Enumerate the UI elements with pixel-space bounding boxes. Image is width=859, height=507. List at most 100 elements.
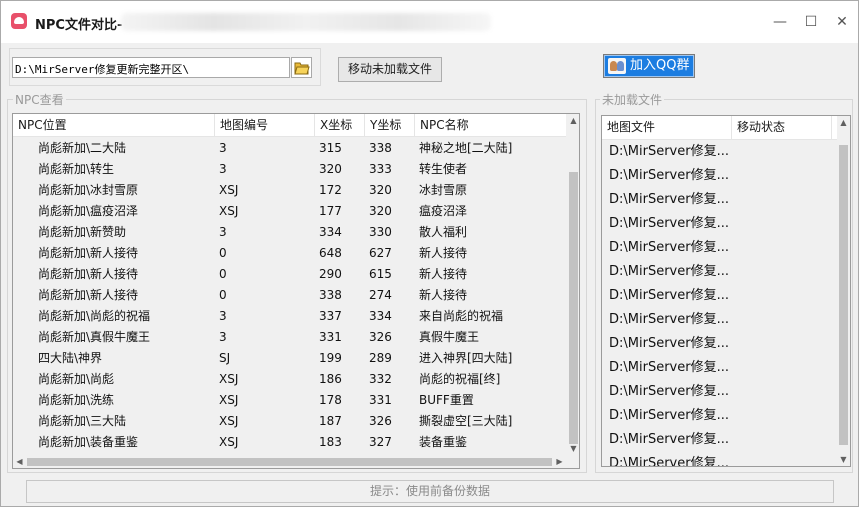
table-row[interactable]: 尚彪新加\尚彪的祝福 3 337 334 来自尚彪的祝福 [13,306,566,327]
minimize-button[interactable]: — [771,13,789,31]
map-id-cell: XSJ [219,372,239,386]
map-id-cell: 3 [219,330,227,344]
y-cell: 274 [369,288,392,302]
map-id-cell: 3 [219,141,227,155]
scroll-thumb[interactable] [569,172,578,444]
npc-list-view[interactable]: NPC位置 地图编号 X坐标 Y坐标 NPC名称 尚彪新加\二大陆 3 315 338… [12,113,580,469]
column-header-y[interactable]: Y坐标 [365,114,415,136]
scroll-up-arrow-icon[interactable]: ▲ [567,114,579,127]
browse-folder-button[interactable] [291,57,312,78]
npc-name-cell: 神秘之地[二大陆] [419,141,513,155]
unloaded-files-list-view[interactable]: 地图文件 移动状态 D:\MirServer修复... D:\MirServer修… [601,115,851,467]
table-row[interactable]: 尚彪新加\转生 3 320 333 转生使者 [13,159,566,180]
scroll-right-arrow-icon[interactable]: ▶ [553,455,566,468]
map-id-cell: XSJ [219,393,239,407]
y-cell: 330 [369,225,392,239]
map-id-cell: SJ [219,351,231,365]
table-row[interactable]: 尚彪新加\冰封雪原 XSJ 172 320 冰封雪原 [13,180,566,201]
map-file-cell: D:\MirServer修复... [609,312,729,327]
x-cell: 183 [319,435,342,449]
npc-name-cell: 新人接待 [419,267,468,281]
scroll-down-arrow-icon[interactable]: ▼ [837,453,850,466]
npc-location-cell: 尚彪新加\转生 [38,162,115,176]
scroll-down-arrow-icon[interactable]: ▼ [567,442,579,455]
x-cell: 290 [319,267,342,281]
map-file-cell: D:\MirServer修复... [609,192,729,207]
list-item[interactable]: D:\MirServer修复... [602,404,838,428]
npc-name-cell: 撕裂虚空[三大陆] [419,414,513,428]
y-cell: 320 [369,204,392,218]
move-unloaded-files-button[interactable]: 移动未加载文件 [338,57,442,82]
column-header-map-file[interactable]: 地图文件 [602,116,732,139]
scroll-left-arrow-icon[interactable]: ◀ [13,455,26,468]
column-header-map-id[interactable]: 地图编号 [215,114,315,136]
npc-name-cell: 尚彪的祝福[终] [419,372,501,386]
table-row[interactable]: 尚彪新加\新人接待 0 290 615 新人接待 [13,264,566,285]
map-file-cell: D:\MirServer修复... [609,264,729,279]
y-cell: 320 [369,183,392,197]
table-row[interactable]: 尚彪新加\尚彪 XSJ 186 332 尚彪的祝福[终] [13,369,566,390]
npc-location-cell: 尚彪新加\真假牛魔王 [38,330,151,344]
server-path-input[interactable]: D:\MirServer修复更新完整开区\ [12,57,290,78]
table-row[interactable]: 四大陆\神界 SJ 199 289 进入神界[四大陆] [13,348,566,369]
table-row[interactable]: 尚彪新加\装备重鉴 XSJ 183 327 装备重鉴 [13,432,566,453]
list-item[interactable]: D:\MirServer修复... [602,140,838,164]
join-qq-group-label: 加入QQ群 [630,58,690,73]
unloaded-vertical-scrollbar[interactable]: ▲ ▼ [837,116,850,466]
list-item[interactable]: D:\MirServer修复... [602,284,838,308]
npc-location-cell: 尚彪新加\新人接待 [38,267,139,281]
table-row[interactable]: 尚彪新加\瘟疫沼泽 XSJ 177 320 瘟疫沼泽 [13,201,566,222]
close-button[interactable]: ✕ [833,13,851,31]
table-row[interactable]: 尚彪新加\新人接待 0 338 274 新人接待 [13,285,566,306]
npc-vertical-scrollbar[interactable]: ▲ ▼ [567,114,579,455]
list-item[interactable]: D:\MirServer修复... [602,452,838,466]
list-item[interactable]: D:\MirServer修复... [602,380,838,404]
map-file-cell: D:\MirServer修复... [609,216,729,231]
y-cell: 331 [369,393,392,407]
table-row[interactable]: 尚彪新加\新人接待 0 648 627 新人接待 [13,243,566,264]
list-item[interactable]: D:\MirServer修复... [602,428,838,452]
table-row[interactable]: 尚彪新加\真假牛魔王 3 331 326 真假牛魔王 [13,327,566,348]
list-item[interactable]: D:\MirServer修复... [602,212,838,236]
column-header-npc-name[interactable]: NPC名称 [415,114,566,136]
column-header-x[interactable]: X坐标 [315,114,365,136]
list-item[interactable]: D:\MirServer修复... [602,356,838,380]
list-item[interactable]: D:\MirServer修复... [602,308,838,332]
map-id-cell: XSJ [219,435,239,449]
status-hint: 提示：使用前备份数据 [26,480,834,503]
scroll-thumb[interactable] [27,458,552,466]
list-item[interactable]: D:\MirServer修复... [602,332,838,356]
npc-name-cell: 装备重鉴 [419,435,468,449]
table-row[interactable]: 尚彪新加\洗练 XSJ 178 331 BUFF重置 [13,390,566,411]
table-row[interactable]: 尚彪新加\三大陆 XSJ 187 326 撕裂虚空[三大陆] [13,411,566,432]
title-bar[interactable]: NPC文件对比- — ☐ ✕ [1,1,858,43]
map-id-cell: 0 [219,246,227,260]
x-cell: 186 [319,372,342,386]
list-item[interactable]: D:\MirServer修复... [602,260,838,284]
map-file-cell: D:\MirServer修复... [609,336,729,351]
list-item[interactable]: D:\MirServer修复... [602,188,838,212]
scroll-thumb[interactable] [839,145,848,445]
npc-location-cell: 尚彪新加\新人接待 [38,246,139,260]
window-title: NPC文件对比- [35,18,123,33]
x-cell: 320 [319,162,342,176]
npc-location-cell: 尚彪新加\新人接待 [38,288,139,302]
unloaded-files-label: 未加载文件 [600,91,665,108]
npc-name-cell: BUFF重置 [419,393,474,407]
column-header-npc-location[interactable]: NPC位置 [13,114,215,136]
join-qq-group-button[interactable]: 加入QQ群 [603,54,695,78]
table-row[interactable]: 尚彪新加\二大陆 3 315 338 神秘之地[二大陆] [13,138,566,159]
y-cell: 334 [369,309,392,323]
scroll-up-arrow-icon[interactable]: ▲ [837,116,850,129]
maximize-button[interactable]: ☐ [802,13,820,31]
table-row[interactable]: 尚彪新加\新赞助 3 334 330 散人福利 [13,222,566,243]
map-id-cell: 0 [219,288,227,302]
npc-location-cell: 尚彪新加\洗练 [38,393,115,407]
npc-rows: 尚彪新加\二大陆 3 315 338 神秘之地[二大陆] 尚彪新加\转生 3 320 333 转生… [13,138,566,453]
list-item[interactable]: D:\MirServer修复... [602,236,838,260]
column-header-move-status[interactable]: 移动状态 [732,116,832,139]
list-item[interactable]: D:\MirServer修复... [602,164,838,188]
map-id-cell: 0 [219,267,227,281]
npc-horizontal-scrollbar[interactable]: ◀ ▶ [13,455,566,468]
npc-name-cell: 新人接待 [419,246,468,260]
